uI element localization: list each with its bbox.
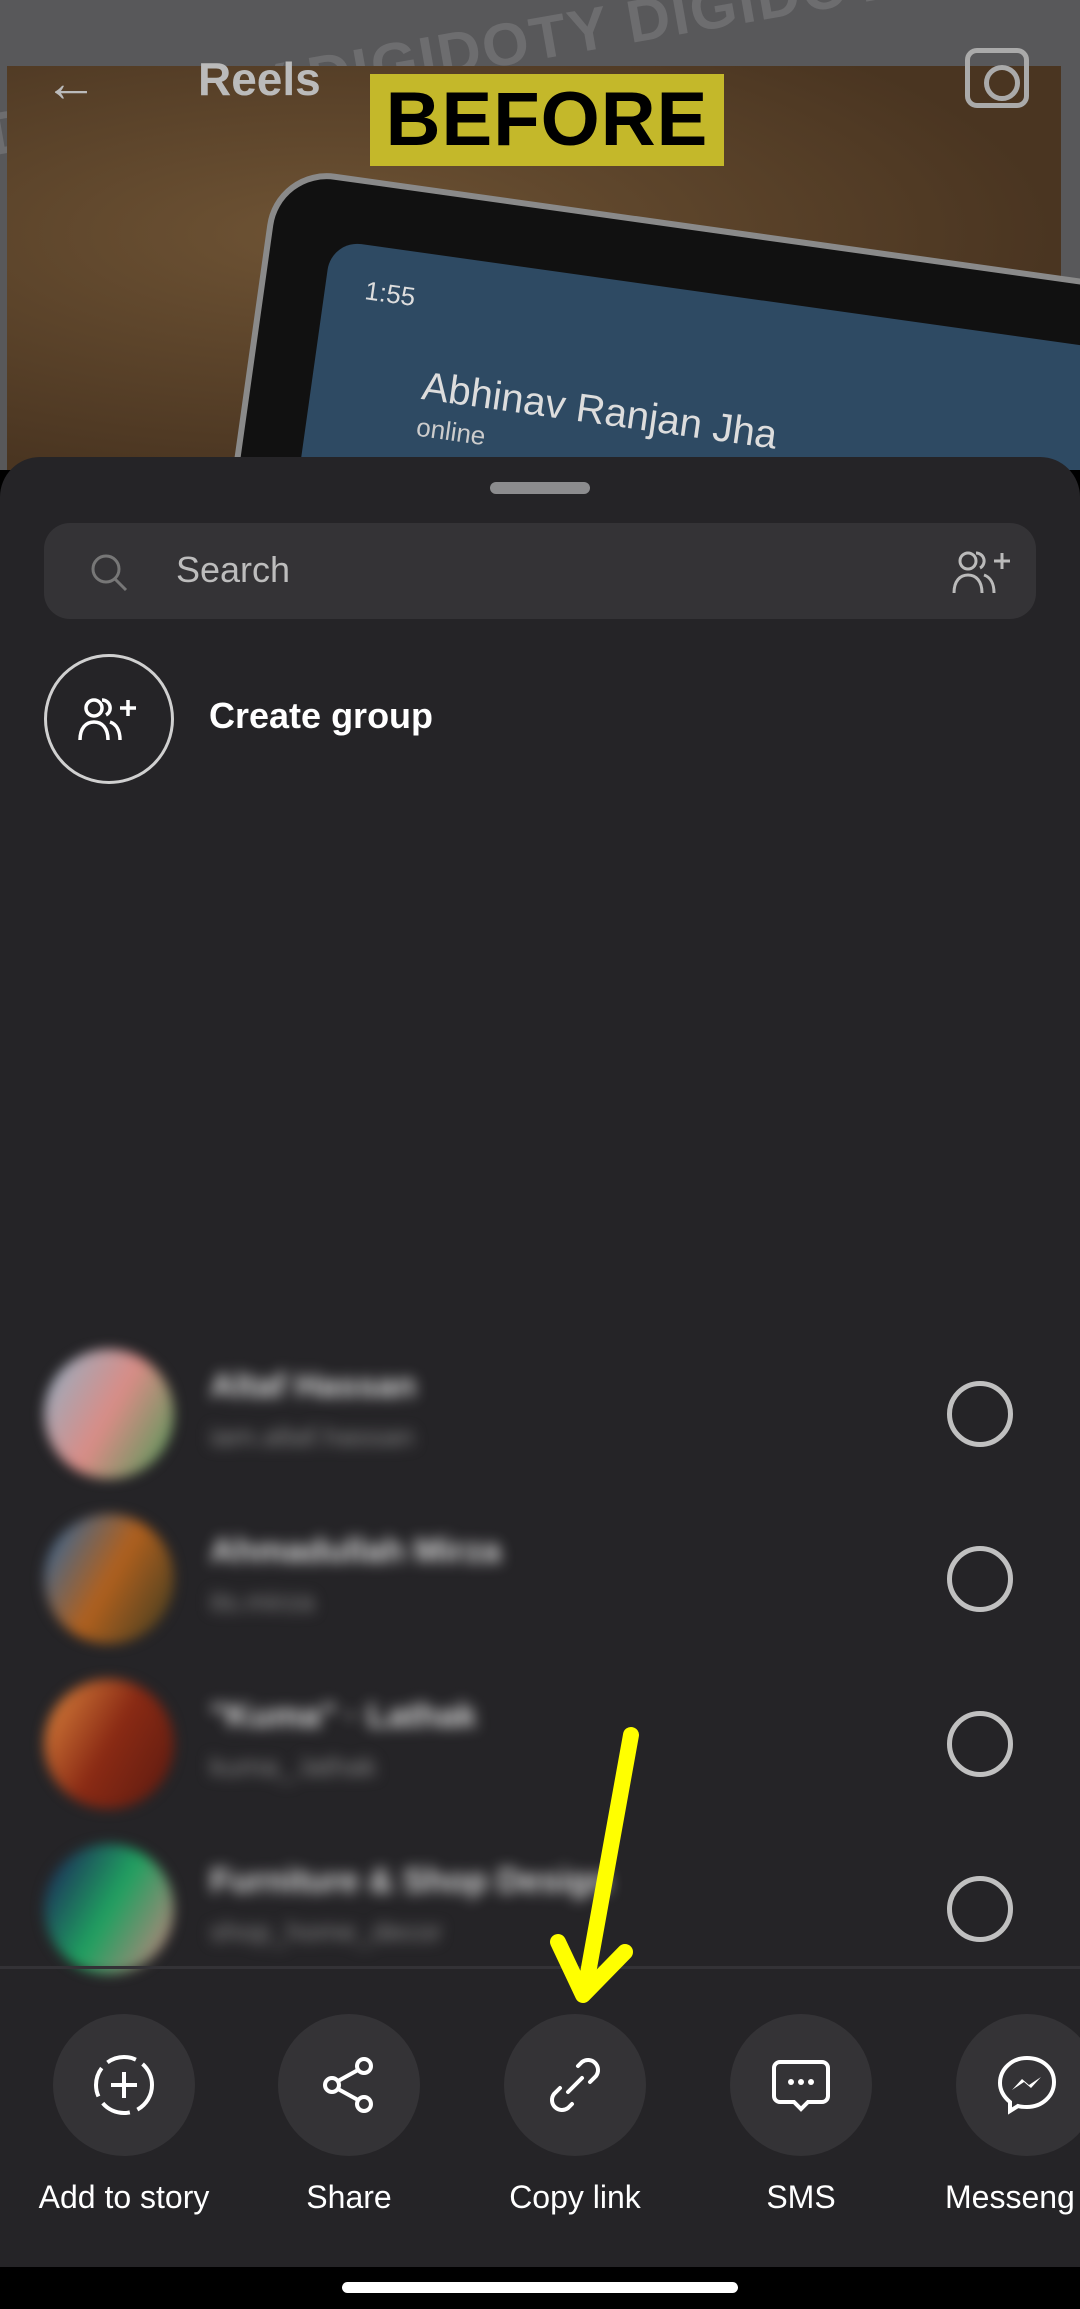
share-icon [323, 2057, 373, 2113]
contact-handle: shop_home_decor [210, 1916, 442, 1947]
add-people-icon[interactable] [950, 545, 1016, 599]
search-placeholder: Search [176, 549, 291, 590]
select-radio[interactable] [947, 1381, 1013, 1447]
link-icon [550, 2058, 600, 2112]
contact-name: Altaf Hassan [210, 1367, 416, 1405]
messenger-button[interactable] [956, 2014, 1080, 2156]
select-radio[interactable] [947, 1546, 1013, 1612]
create-group-label[interactable]: Create group [209, 695, 433, 737]
before-label: BEFORE [370, 74, 724, 166]
avatar [44, 1679, 174, 1809]
create-group-icon [78, 698, 136, 741]
sms-icon [772, 2060, 830, 2112]
contact-handle: iam.altaf.hassan [210, 1421, 414, 1452]
select-radio[interactable] [947, 1711, 1013, 1777]
sms-button[interactable] [730, 2014, 872, 2156]
contact-handle: kuma_.lathak [210, 1751, 377, 1782]
home-indicator[interactable] [342, 2282, 738, 2293]
contact-name: "Kuma" · Lathak [210, 1697, 477, 1735]
page-title: Reels [198, 53, 321, 105]
share-label: Share [306, 2179, 392, 2215]
create-group-button[interactable] [44, 654, 174, 784]
add-to-story-label: Add to story [38, 2179, 210, 2215]
copy-link-button[interactable] [504, 2014, 646, 2156]
back-arrow-icon[interactable]: ← [44, 52, 98, 114]
search-input[interactable]: Search [44, 523, 1036, 619]
messenger-icon [997, 2055, 1057, 2115]
background-reel: DIGIDOTY DIGIDOTY DIGIDOTY DIGIDOTY 1:55… [0, 0, 1080, 470]
contact-row[interactable]: Furniture & Shop Design shop_home_decor [0, 1834, 1080, 1984]
add-to-story-button[interactable] [53, 2014, 195, 2156]
drag-handle[interactable] [490, 482, 590, 494]
contact-row[interactable]: "Kuma" · Lathak kuma_.lathak [0, 1669, 1080, 1819]
avatar [44, 1349, 174, 1479]
contact-row[interactable]: Ahmadullah Mirza its.mirza [0, 1504, 1080, 1654]
sms-label: SMS [766, 2179, 836, 2215]
camera-icon[interactable] [965, 48, 1029, 108]
phone-image: 1:55 Abhinav Ranjan Jha online [217, 165, 1080, 470]
add-story-icon [94, 2055, 154, 2115]
share-button[interactable] [278, 2014, 420, 2156]
select-radio[interactable] [947, 1876, 1013, 1942]
avatar [44, 1514, 174, 1644]
phone-contact-status: online [414, 411, 488, 452]
contact-name: Furniture & Shop Design [210, 1862, 611, 1900]
phone-time: 1:55 [363, 275, 418, 312]
contact-name: Ahmadullah Mirza [210, 1532, 501, 1570]
contact-handle: its.mirza [210, 1586, 315, 1617]
search-icon [91, 554, 128, 592]
copy-link-label: Copy link [509, 2179, 641, 2215]
share-sheet: Search Create group Altaf Hassan iam.alt… [0, 457, 1080, 2267]
messenger-label: Messeng [945, 2179, 1075, 2215]
divider [0, 1966, 1080, 1969]
contact-row[interactable]: Altaf Hassan iam.altaf.hassan [0, 1339, 1080, 1489]
avatar [44, 1844, 174, 1974]
